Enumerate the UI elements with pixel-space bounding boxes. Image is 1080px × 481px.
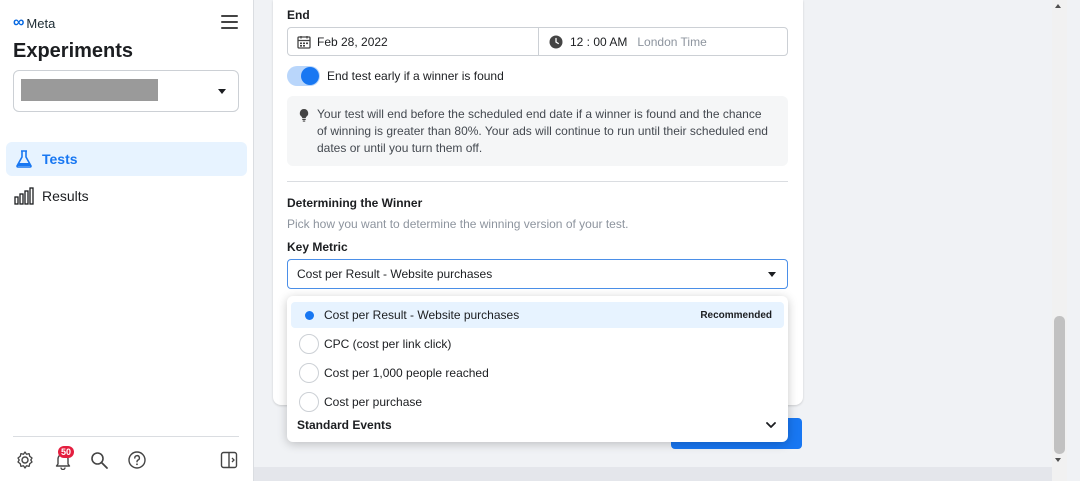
key-metric-label: Key Metric xyxy=(287,240,348,254)
option-label: CPC (cost per link click) xyxy=(324,337,452,351)
radio-icon xyxy=(299,363,319,383)
metric-option-cost-per-purchase[interactable]: Cost per purchase xyxy=(291,389,784,415)
meta-logo-text: Meta xyxy=(26,15,56,31)
end-date-field[interactable]: Feb 28, 2022 xyxy=(288,28,539,55)
winner-section-title: Determining the Winner xyxy=(287,196,423,210)
end-early-info-box: Your test will end before the scheduled … xyxy=(287,96,788,166)
chevron-down-icon[interactable] xyxy=(766,421,776,429)
winner-section-subtitle: Pick how you want to determine the winni… xyxy=(287,217,629,231)
metric-option-cost-per-result[interactable]: Cost per Result - Website purchases Reco… xyxy=(291,302,784,328)
end-time-value: 12 : 00 AM xyxy=(570,34,628,49)
app-title: Experiments xyxy=(13,40,134,62)
help-icon[interactable] xyxy=(127,450,147,470)
end-date-value: Feb 28, 2022 xyxy=(317,34,388,49)
end-label: End xyxy=(287,8,310,22)
bar-chart-icon xyxy=(14,187,34,205)
key-metric-dropdown: Cost per Result - Website purchases Reco… xyxy=(287,296,788,442)
metric-option-cpc[interactable]: CPC (cost per link click) xyxy=(291,331,784,357)
scrollbar-thumb[interactable] xyxy=(1054,316,1065,454)
calendar-icon xyxy=(297,35,311,49)
sidebar-item-results[interactable]: Results xyxy=(6,179,247,213)
key-metric-value: Cost per Result - Website purchases xyxy=(297,267,493,281)
key-metric-select[interactable]: Cost per Result - Website purchases xyxy=(287,259,788,289)
sidebar: ∞ Meta Experiments Tests Results 50 xyxy=(0,0,254,481)
flask-icon xyxy=(16,150,32,168)
clock-icon xyxy=(549,35,563,48)
search-icon[interactable] xyxy=(89,450,109,470)
end-early-toggle-label: End test early if a winner is found xyxy=(327,69,504,83)
section-divider xyxy=(287,181,788,182)
caret-down-icon xyxy=(768,272,776,277)
notification-badge: 50 xyxy=(58,446,75,458)
redacted-account-name xyxy=(21,79,158,101)
caret-down-icon xyxy=(218,89,226,94)
option-label: Cost per 1,000 people reached xyxy=(324,366,489,380)
standard-events-group[interactable]: Standard Events xyxy=(297,418,392,432)
sidebar-divider xyxy=(13,436,239,437)
timezone-label: London Time xyxy=(637,34,707,49)
end-early-info-text: Your test will end before the scheduled … xyxy=(317,107,768,155)
meta-infinity-icon: ∞ xyxy=(13,14,24,31)
radio-icon xyxy=(299,334,319,354)
page-bottom-area xyxy=(254,467,1052,481)
sidebar-item-label: Results xyxy=(42,188,89,204)
recommended-badge: Recommended xyxy=(700,309,772,321)
end-early-toggle[interactable] xyxy=(287,66,320,86)
option-label: Cost per purchase xyxy=(324,395,423,409)
end-early-toggle-row: End test early if a winner is found xyxy=(287,66,504,86)
sidebar-item-tests[interactable]: Tests xyxy=(6,142,247,176)
scroll-down-arrow-icon[interactable] xyxy=(1055,458,1061,462)
settings-icon[interactable] xyxy=(15,450,35,470)
end-time-field[interactable]: 12 : 00 AM London Time xyxy=(539,28,787,55)
lightbulb-icon xyxy=(299,109,309,122)
sidebar-item-label: Tests xyxy=(42,151,78,167)
account-selector[interactable] xyxy=(13,70,239,112)
end-datetime-row: Feb 28, 2022 12 : 00 AM London Time xyxy=(287,27,788,56)
menu-icon[interactable] xyxy=(221,15,238,29)
radio-icon xyxy=(299,392,319,412)
scroll-up-arrow-icon[interactable] xyxy=(1055,4,1061,8)
panel-toggle-icon[interactable] xyxy=(219,450,239,470)
meta-logo[interactable]: ∞ Meta xyxy=(13,14,55,32)
option-label: Cost per Result - Website purchases xyxy=(324,308,520,322)
metric-option-cost-per-1000-reached[interactable]: Cost per 1,000 people reached xyxy=(291,360,784,386)
radio-selected-icon xyxy=(299,305,319,325)
